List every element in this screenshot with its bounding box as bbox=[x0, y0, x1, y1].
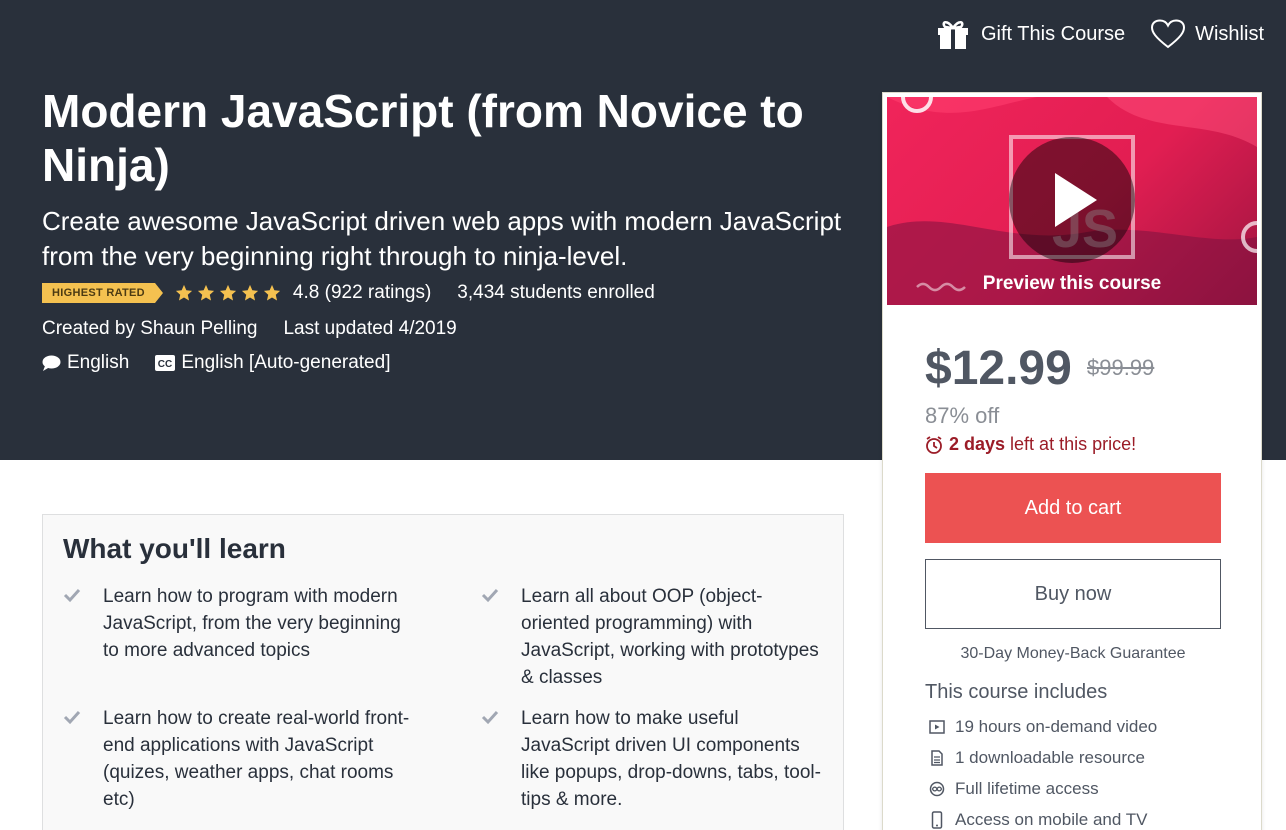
money-back-guarantee: 30-Day Money-Back Guarantee bbox=[960, 645, 1186, 662]
highest-rated-badge: HIGHEST RATED bbox=[42, 283, 163, 303]
video-icon bbox=[929, 719, 945, 734]
learn-item: Learn how to make useful JavaScript driv… bbox=[481, 705, 831, 813]
speech-bubble-icon bbox=[42, 355, 61, 371]
check-icon bbox=[481, 588, 499, 603]
sale-timer: 2 days left at this price! bbox=[925, 434, 1136, 455]
star-rating bbox=[175, 284, 281, 302]
course-meta: Created by Shaun Pelling Last updated 4/… bbox=[42, 318, 457, 340]
star-icon bbox=[219, 284, 237, 301]
alarm-clock-icon bbox=[926, 435, 942, 454]
learn-item: Learn how to program with modern JavaScr… bbox=[63, 583, 413, 664]
star-icon bbox=[175, 284, 193, 301]
enrolled-count: 3,434 students enrolled bbox=[457, 282, 655, 303]
learn-title: What you'll learn bbox=[63, 533, 286, 564]
list-item: 19 hours on-demand video bbox=[929, 711, 1157, 742]
purchase-sidebar: JS Preview this course $12.99 $99.99 87%… bbox=[882, 92, 1262, 830]
list-item: Access on mobile and TV bbox=[929, 804, 1157, 830]
star-icon bbox=[263, 284, 281, 301]
includes-list: 19 hours on-demand video 1 downloadable … bbox=[929, 711, 1157, 830]
what-youll-learn-section: What you'll learn Learn how to program w… bbox=[42, 514, 844, 830]
buy-now-button[interactable]: Buy now bbox=[925, 559, 1221, 629]
wishlist-label: Wishlist bbox=[1195, 22, 1264, 45]
original-price: $99.99 bbox=[1087, 355, 1155, 380]
infinity-icon bbox=[929, 781, 945, 796]
wishlist-button[interactable]: Wishlist bbox=[1151, 19, 1264, 49]
add-to-cart-button[interactable]: Add to cart bbox=[925, 473, 1221, 543]
discount-label: 87% off bbox=[925, 403, 1000, 428]
mobile-icon bbox=[931, 810, 943, 829]
learn-item: Learn all about OOP (object-oriented pro… bbox=[481, 583, 831, 691]
timer-days: 2 days bbox=[949, 434, 1006, 454]
svg-text:CC: CC bbox=[158, 359, 172, 370]
includes-title: This course includes bbox=[925, 681, 1108, 703]
rating-text[interactable]: 4.8 (922 ratings) bbox=[293, 282, 431, 304]
check-icon bbox=[63, 710, 81, 725]
heart-icon bbox=[1151, 19, 1186, 49]
list-item: Full lifetime access bbox=[929, 773, 1157, 804]
list-item: 1 downloadable resource bbox=[929, 742, 1157, 773]
check-icon bbox=[63, 588, 81, 603]
gift-course-button[interactable]: Gift This Course bbox=[935, 18, 1125, 50]
language: English bbox=[42, 352, 129, 374]
check-icon bbox=[481, 710, 499, 725]
star-icon bbox=[241, 284, 259, 301]
course-preview[interactable]: JS Preview this course bbox=[887, 97, 1257, 305]
top-actions: Gift This Course Wishlist bbox=[935, 18, 1264, 50]
learn-item: Learn how to create real-world front-end… bbox=[63, 705, 413, 813]
gift-label: Gift This Course bbox=[980, 22, 1126, 45]
instructor-link[interactable]: Created by Shaun Pelling bbox=[42, 318, 257, 340]
star-icon bbox=[197, 284, 215, 301]
captions-label: English [Auto-generated] bbox=[181, 352, 391, 373]
current-price: $12.99 bbox=[925, 342, 1072, 395]
language-row: English CC English [Auto-generated] bbox=[42, 352, 390, 374]
course-subtitle: Create awesome JavaScript driven web app… bbox=[42, 206, 842, 271]
file-icon bbox=[931, 749, 943, 766]
page-title: Modern JavaScript (from Novice to Ninja) bbox=[42, 85, 804, 191]
rating-row: HIGHEST RATED 4.8 (922 ratings) 3,434 st… bbox=[42, 282, 655, 304]
closed-captions-icon: CC bbox=[155, 355, 176, 371]
gift-icon bbox=[937, 21, 968, 49]
last-updated: Last updated 4/2019 bbox=[283, 318, 457, 339]
play-icon[interactable] bbox=[1007, 135, 1137, 265]
preview-label: Preview this course bbox=[982, 273, 1162, 294]
captions: CC English [Auto-generated] bbox=[155, 352, 390, 374]
timer-text: left at this price! bbox=[1005, 434, 1137, 454]
language-label: English bbox=[67, 352, 130, 373]
